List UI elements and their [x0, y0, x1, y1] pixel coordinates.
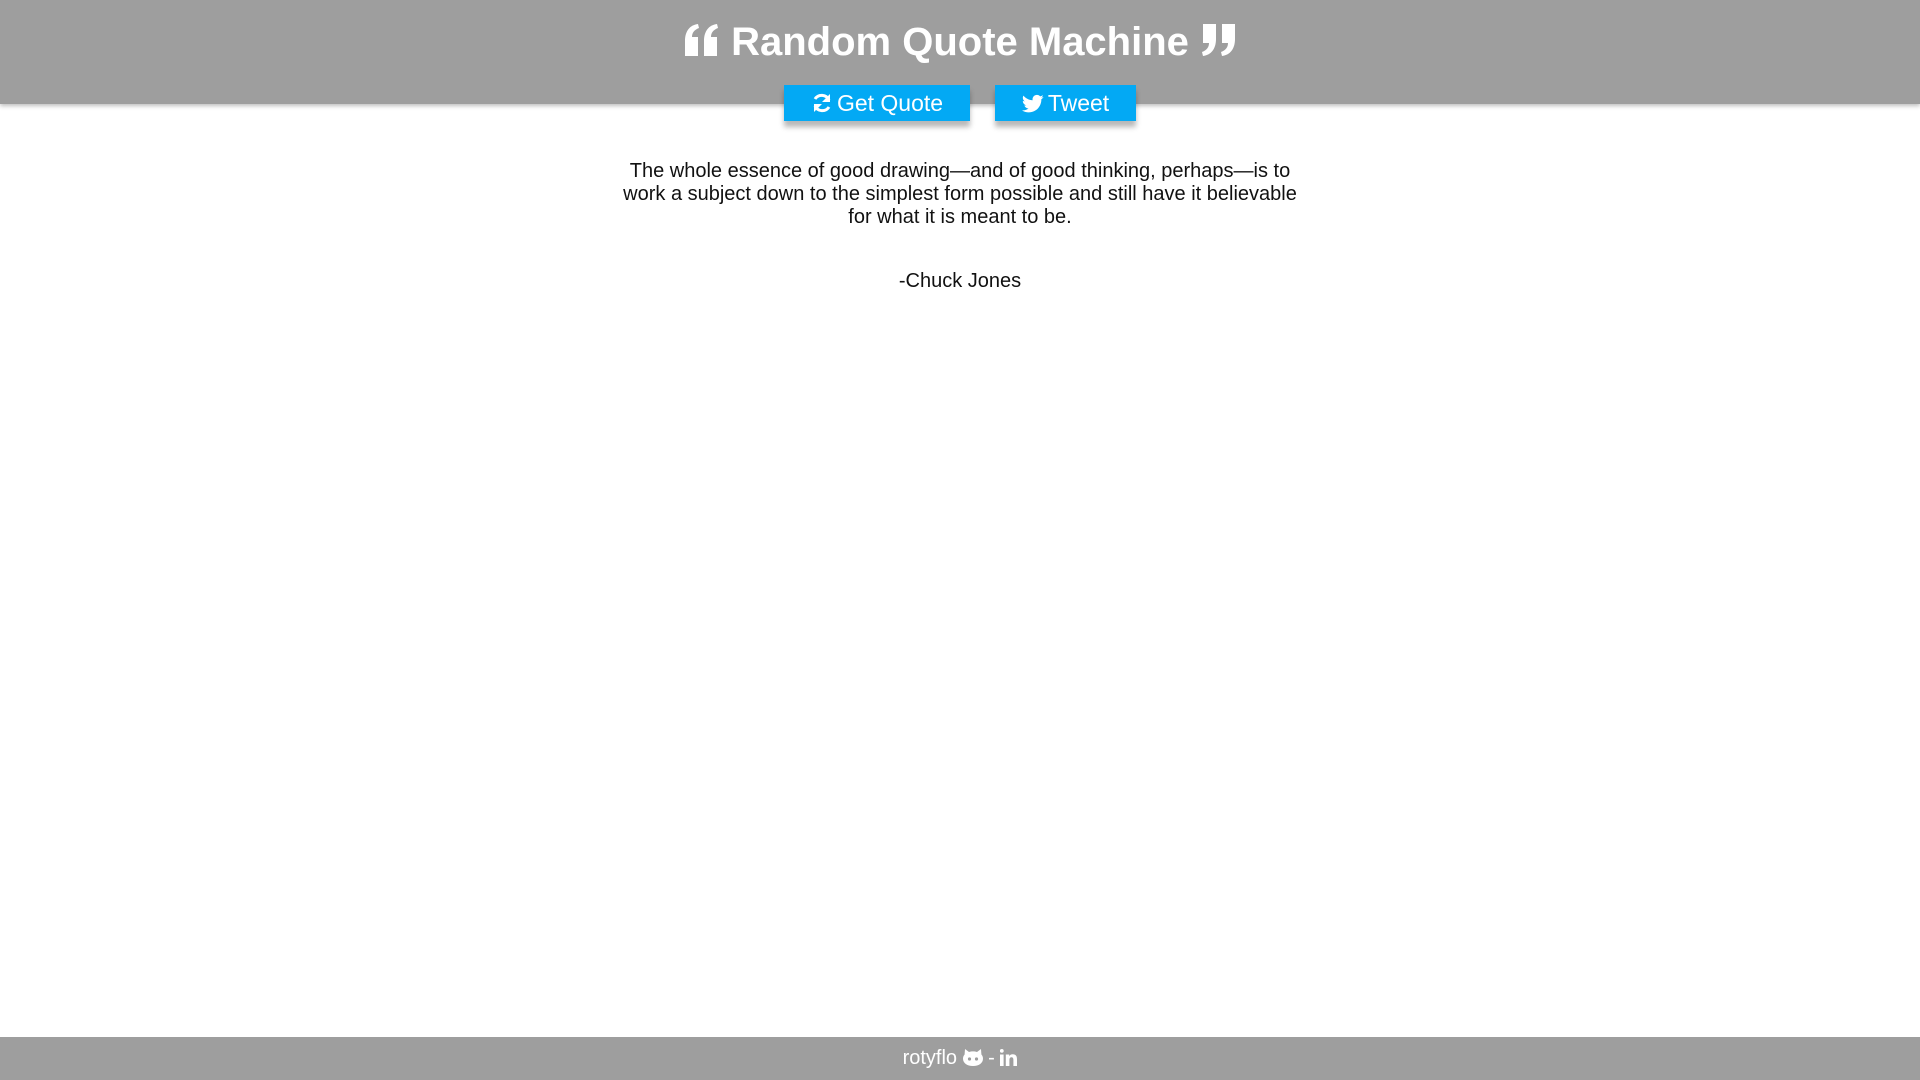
footer-bar: rotyflo -: [0, 1037, 1920, 1080]
twitter-icon: [1021, 94, 1044, 114]
title-text: Random Quote Machine: [731, 20, 1189, 64]
quote-text: The whole essence of good drawing—and of…: [623, 160, 1297, 228]
get-quote-label: Get Quote: [836, 90, 944, 116]
quote-right-icon: [1199, 24, 1237, 57]
footer-name: rotyflo: [902, 1047, 958, 1069]
page-title: Random Quote Machine: [0, 20, 1920, 64]
tweet-button[interactable]: Tweet: [995, 85, 1136, 121]
github-icon[interactable]: [962, 1048, 983, 1066]
footer-separator: -: [988, 1047, 995, 1069]
refresh-icon: [811, 92, 833, 114]
get-quote-button[interactable]: Get Quote: [784, 85, 970, 121]
quote-left-icon: [683, 24, 721, 57]
linkedin-icon[interactable]: [1000, 1049, 1018, 1066]
tweet-label: Tweet: [1047, 90, 1110, 116]
quote-author: -Chuck Jones: [898, 270, 1022, 292]
